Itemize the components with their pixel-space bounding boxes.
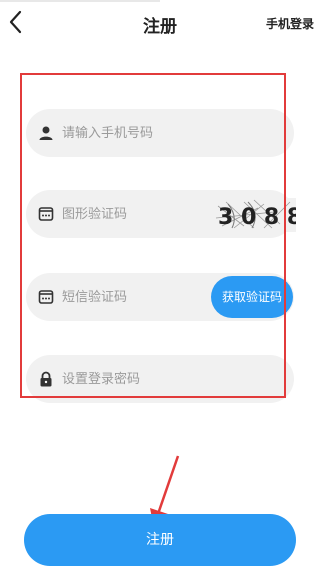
lock-icon [40, 371, 52, 387]
phone-input[interactable] [62, 109, 232, 157]
captcha-code: 3 0 8 8 [218, 205, 296, 230]
get-code-button[interactable]: 获取验证码 [211, 276, 293, 318]
phone-login-link[interactable]: 手机登录 [266, 15, 314, 32]
user-icon [39, 126, 53, 140]
header-bar: 注册 手机登录 [0, 0, 320, 46]
sms-field[interactable]: 获取验证码 [26, 273, 294, 321]
captcha-field[interactable]: 3 0 8 8 [26, 190, 302, 238]
message-dots-icon [38, 207, 54, 221]
password-field[interactable] [26, 355, 294, 403]
captcha-image[interactable]: 3 0 8 8 [214, 198, 302, 232]
phone-field[interactable] [26, 109, 294, 157]
register-button[interactable]: 注册 [24, 514, 296, 566]
sms-input[interactable] [62, 273, 232, 321]
password-input[interactable] [62, 355, 232, 403]
captcha-input[interactable] [62, 190, 232, 238]
message-dots-icon [38, 290, 54, 304]
captcha-noise: 3 0 8 8 [214, 198, 302, 232]
